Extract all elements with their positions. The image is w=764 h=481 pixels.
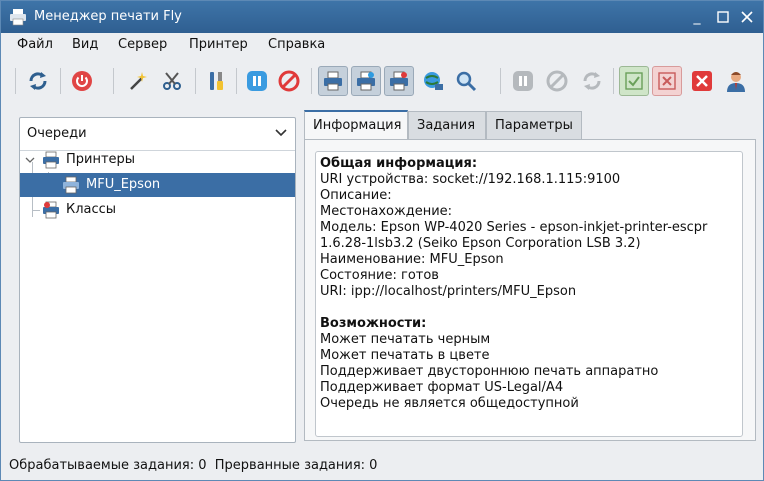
chevron-down-icon[interactable] [25,155,35,165]
user-icon[interactable] [721,66,751,96]
printer-group-icon [43,151,59,169]
info-name: Наименование: MFU_Epson [320,252,504,267]
pause-disabled-icon[interactable] [508,66,538,96]
capability-item: Поддерживает формат US-Legal/A4 [320,380,564,395]
menu-file[interactable]: Файл [17,37,53,52]
red-x-icon[interactable] [687,66,717,96]
printer-icon[interactable] [318,66,348,96]
title-bar: Менеджер печати Fly _ [1,1,763,33]
wizard-wand-icon[interactable] [123,66,153,96]
queues-combo[interactable]: Очереди [20,118,295,151]
info-model: Модель: Epson WP-4020 Series - epson-ink… [320,220,708,235]
refresh-disabled-icon[interactable] [577,66,607,96]
capability-item: Может печатать в цвете [320,348,490,363]
tools-icon[interactable] [201,66,231,96]
pause-icon[interactable] [242,66,272,96]
scissors-icon[interactable] [157,66,187,96]
menu-server[interactable]: Сервер [118,37,167,52]
network-printer-icon[interactable] [418,66,448,96]
menu-bar: Файл Вид Сервер Принтер Справка [1,34,763,56]
tree-item-mfu-epson[interactable]: MFU_Epson [20,173,295,197]
refresh-icon[interactable] [23,66,53,96]
checkbox-x-icon[interactable] [652,66,682,96]
printer-icon [63,176,79,194]
printer-info-box: Общая информация: URI устройства: socket… [315,151,743,437]
tab-parameters[interactable]: Параметры [486,111,582,139]
stop-icon[interactable] [274,66,304,96]
minimize-icon[interactable]: _ [688,8,706,26]
tree-item-mfu-epson-label: MFU_Epson [86,177,161,192]
menu-help[interactable]: Справка [268,37,325,52]
capabilities-heading: Возможности: [320,316,427,331]
tab-information[interactable]: Информация [304,110,408,140]
chevron-down-icon [275,129,287,137]
maximize-icon[interactable] [714,8,732,26]
tree-item-printers[interactable]: Принтеры [20,148,295,172]
menu-view[interactable]: Вид [72,37,98,52]
checkbox-checked-icon[interactable] [619,66,649,96]
menu-printer[interactable]: Принтер [189,37,248,52]
printer-pressed-icon[interactable] [351,66,381,96]
tree-item-classes[interactable]: Классы [20,198,295,222]
window-title: Менеджер печати Fly [34,9,182,24]
tree-item-printers-label: Принтеры [66,152,136,167]
info-description: Описание: [320,188,392,203]
info-device-uri: URI устройства: socket://192.168.1.115:9… [320,172,621,187]
power-icon[interactable] [67,66,97,96]
print-manager-window: Менеджер печати Fly _ Файл Вид Сервер Пр… [0,0,764,481]
capability-item: Может печатать черным [320,332,491,347]
stop-disabled-icon[interactable] [542,66,572,96]
queues-panel: Очереди Принтеры MFU_Epson Классы [19,117,296,443]
info-model-cont: 1.6.28-1lsb3.2 (Seiko Epson Corporation … [320,236,641,251]
printer-app-icon [10,9,26,26]
info-location: Местонахождение: [320,204,453,219]
printer-warning-icon[interactable] [384,66,414,96]
info-uri: URI: ipp://localhost/printers/MFU_Epson [320,284,577,299]
queues-combo-label: Очереди [27,126,87,141]
general-info-heading: Общая информация: [320,156,478,171]
search-icon[interactable] [451,66,481,96]
status-bar: Обрабатываемые задания: 0 Прерванные зад… [9,458,378,473]
close-icon[interactable] [738,8,756,26]
capability-item: Поддерживает двустороннюю печать аппарат… [320,364,659,379]
toolbar [1,58,763,104]
capability-item: Очередь не является общедоступной [320,396,579,411]
information-tab-panel: Общая информация: URI устройства: socket… [304,139,756,441]
info-state: Состояние: готов [320,268,439,283]
tab-jobs[interactable]: Задания [408,111,486,139]
tree-item-classes-label: Классы [66,202,117,217]
printer-class-icon [43,201,59,219]
